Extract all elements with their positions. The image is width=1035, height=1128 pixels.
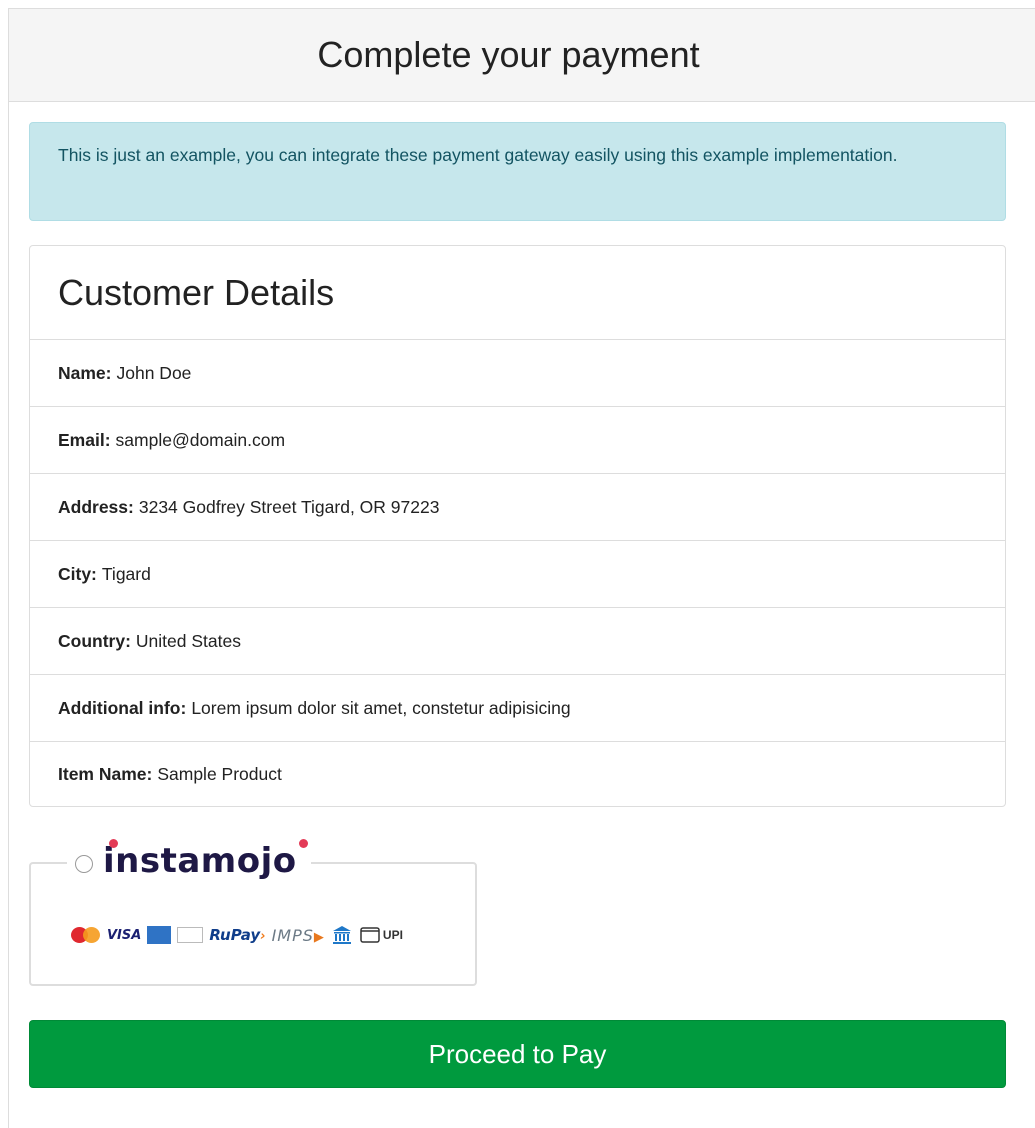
upi-label: UPI	[382, 928, 403, 942]
mastercard-icon	[71, 926, 101, 944]
logo-dot	[109, 839, 118, 848]
customer-details-header: Customer Details	[30, 246, 1005, 340]
detail-row-email: Email: sample@domain.com	[30, 407, 1005, 474]
detail-label: Name:	[58, 362, 112, 383]
gateway-radio[interactable]	[75, 855, 93, 873]
detail-value: Sample Product	[157, 763, 282, 784]
payment-methods: VISA RuPay› IMPS▶ UPI	[71, 922, 403, 948]
page-title: Complete your payment	[317, 34, 700, 75]
brand-name: instamojo	[103, 841, 297, 881]
visa-icon: VISA	[107, 927, 142, 943]
detail-row-item-name: Item Name: Sample Product	[30, 742, 1005, 806]
detail-label: Address:	[58, 496, 134, 517]
detail-value: John Doe	[116, 362, 192, 383]
proceed-to-pay-button[interactable]: Proceed to Pay	[29, 1020, 1006, 1088]
wallet-icon	[360, 927, 380, 943]
detail-row-address: Address: 3234 Godfrey Street Tigard, OR …	[30, 474, 1005, 541]
detail-row-city: City: Tigard	[30, 541, 1005, 608]
detail-row-name: Name: John Doe	[30, 340, 1005, 407]
detail-value: United States	[135, 630, 241, 651]
panel-header: Complete your payment	[9, 9, 1035, 102]
detail-row-country: Country: United States	[30, 608, 1005, 675]
detail-label: City:	[58, 563, 97, 584]
detail-value: sample@domain.com	[115, 429, 286, 450]
customer-details-title: Customer Details	[58, 271, 335, 313]
detail-label: Country:	[58, 630, 131, 651]
info-alert: This is just an example, you can integra…	[29, 122, 1006, 221]
imps-icon: IMPS▶	[271, 925, 325, 945]
rupay-icon: RuPay›	[209, 926, 266, 944]
netbanking-icon	[332, 926, 351, 944]
discover-icon	[177, 927, 204, 943]
detail-value: Lorem ipsum dolor sit amet, constetur ad…	[191, 697, 571, 718]
detail-value: Tigard	[101, 563, 151, 584]
amex-icon	[147, 926, 172, 944]
payment-gateway-option[interactable]: instamojo VISA RuPay› IMPS▶ UPI	[29, 838, 477, 986]
logo-dot	[299, 839, 308, 848]
detail-label: Item Name:	[58, 763, 153, 784]
gateway-legend: instamojo	[67, 838, 311, 884]
detail-value: 3234 Godfrey Street Tigard, OR 97223	[138, 496, 440, 517]
customer-details-panel: Customer Details Name: John Doe Email: s…	[29, 245, 1006, 807]
instamojo-logo: instamojo	[103, 839, 308, 881]
detail-label: Email:	[58, 429, 111, 450]
detail-row-additional-info: Additional info: Lorem ipsum dolor sit a…	[30, 675, 1005, 742]
detail-label: Additional info:	[58, 697, 187, 718]
